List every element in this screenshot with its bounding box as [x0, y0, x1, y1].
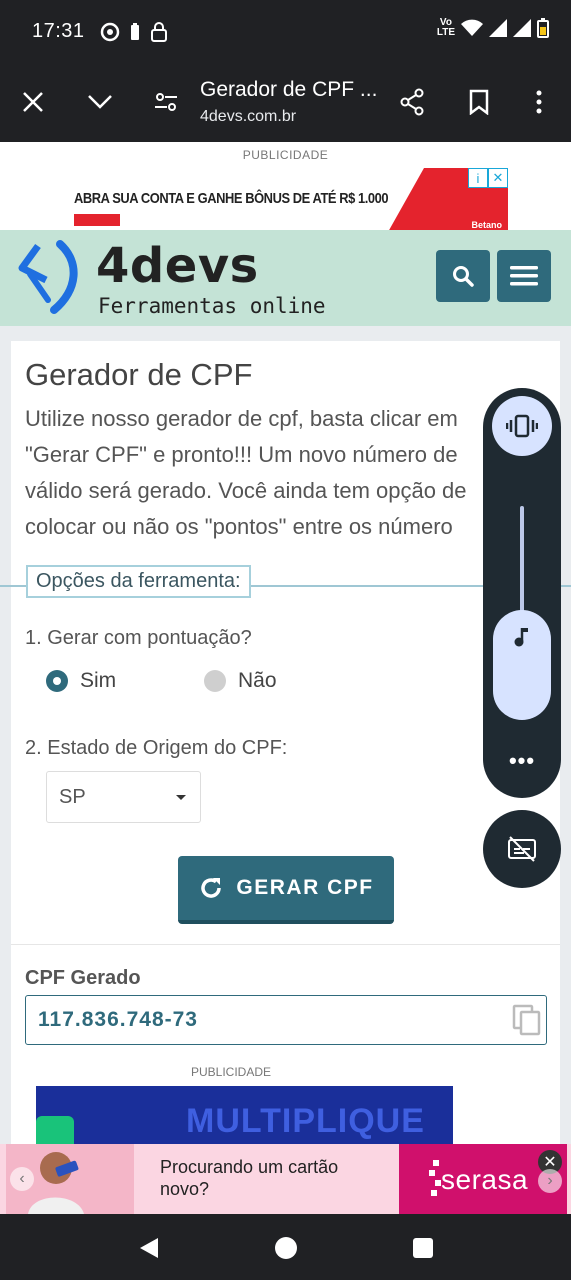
chevron-down-icon [88, 95, 112, 109]
ad-close-icon: ✕ [488, 168, 508, 188]
result-label: CPF Gerado [25, 967, 141, 989]
share-button[interactable] [392, 82, 432, 122]
state-value: SP [59, 785, 86, 808]
more-vert-icon [536, 90, 542, 114]
wifi-icon [461, 19, 483, 36]
main-card: Gerador de CPF Utilize nosso gerador de … [0, 341, 571, 1211]
ad-text: MULTIPLIQUE [186, 1102, 425, 1140]
search-button[interactable] [436, 250, 490, 302]
recents-icon[interactable] [412, 1237, 434, 1259]
volume-more-button[interactable]: ••• [483, 748, 561, 774]
ad-choices[interactable]: i ✕ [468, 168, 508, 188]
volume-track[interactable] [520, 506, 524, 616]
refresh-icon [201, 878, 222, 898]
logo-tagline: Ferramentas online [98, 294, 326, 318]
menu-button[interactable] [497, 250, 551, 302]
back-icon[interactable] [136, 1236, 160, 1260]
signal-icon [489, 19, 507, 37]
chrome-icon [100, 22, 120, 42]
share-icon [400, 88, 424, 116]
search-icon [453, 266, 474, 287]
bookmark-icon [469, 89, 489, 115]
more-options-button[interactable] [519, 82, 559, 122]
tune-icon [155, 93, 177, 111]
lock-icon [151, 22, 167, 42]
cpf-value[interactable]: 117.836.748-73 [38, 1008, 198, 1032]
ad-text: Procurando um cartão novo? [160, 1156, 338, 1200]
generate-cpf-button[interactable]: GERAR CPF [178, 856, 394, 924]
radio-unchecked-icon [204, 670, 226, 692]
logo-icon [18, 240, 78, 314]
site-header: 4devs Ferramentas online [0, 230, 571, 326]
signal-icon-2 [513, 19, 531, 37]
radio-label: Não [238, 669, 277, 692]
info-icon: i [468, 168, 488, 188]
minimize-button[interactable] [80, 82, 120, 122]
logo-name[interactable]: 4devs [96, 238, 259, 294]
radio-checked-icon [46, 670, 68, 692]
status-time: 17:31 [32, 20, 85, 42]
radio-sim[interactable]: Sim [46, 669, 116, 693]
generate-label: GERAR CPF [236, 876, 374, 899]
close-icon [23, 92, 43, 112]
close-tab-button[interactable] [13, 82, 53, 122]
radio-label: Sim [80, 669, 117, 692]
network-type: Vo LTE [436, 17, 455, 38]
punctuation-question: 1. Gerar com pontuação? [25, 627, 252, 649]
cpf-result-field[interactable]: 117.836.748-73 [25, 995, 547, 1045]
state-question: 2. Estado de Origem do CPF: [25, 737, 288, 759]
ad-text-line: Procurando um cartão [160, 1157, 339, 1177]
ringer-mode-button[interactable] [492, 396, 552, 456]
ad-label: PUBLICIDADE [190, 1065, 272, 1079]
bookmark-button[interactable] [459, 82, 499, 122]
divider [11, 944, 560, 945]
ad-banner[interactable]: ABRA SUA CONTA E GANHE BÔNUS DE ATÉ R$ 1… [64, 168, 508, 232]
system-nav-bar [0, 1214, 571, 1280]
home-icon[interactable] [274, 1236, 298, 1260]
site-settings-button[interactable] [146, 82, 186, 122]
battery-saver-icon [131, 23, 139, 40]
page-title-bar[interactable]: Gerador de CPF ... [200, 78, 377, 102]
ad-next-icon[interactable]: › [538, 1169, 562, 1193]
captions-off-icon [508, 836, 536, 862]
radio-nao[interactable]: Não [204, 669, 277, 693]
live-caption-button[interactable] [483, 810, 561, 888]
page-url[interactable]: 4devs.com.br [200, 108, 296, 126]
bottom-ad[interactable]: ‹ Procurando um cartão novo? serasa ✕ › [0, 1144, 571, 1214]
browser-toolbar: Gerador de CPF ... 4devs.com.br [0, 62, 571, 142]
volume-slider[interactable] [493, 610, 551, 720]
volume-panel: ••• [483, 388, 561, 798]
music-note-icon [514, 628, 528, 647]
ad-text-line: novo? [160, 1179, 210, 1199]
status-bar: 17:31 Vo LTE [0, 0, 571, 62]
vibrate-icon [506, 414, 538, 438]
ad-headline: ABRA SUA CONTA E GANHE BÔNUS DE ATÉ R$ 1… [74, 190, 389, 207]
ad-prev-icon[interactable]: ‹ [10, 1167, 34, 1191]
caret-down-icon [176, 795, 186, 800]
page-title: Gerador de CPF [25, 357, 253, 392]
serasa-text: serasa [441, 1164, 529, 1195]
options-legend: Opções da ferramenta: [26, 565, 251, 598]
ad-brand: Betano [471, 220, 502, 230]
ad-label: PUBLICIDADE [242, 148, 329, 162]
ad-cta [74, 214, 120, 226]
menu-icon [510, 266, 538, 286]
top-ad: PUBLICIDADE ABRA SUA CONTA E GANHE BÔNUS… [0, 142, 571, 232]
state-select[interactable]: SP [46, 771, 201, 823]
copy-icon[interactable] [512, 1004, 542, 1036]
battery-icon [537, 18, 549, 38]
